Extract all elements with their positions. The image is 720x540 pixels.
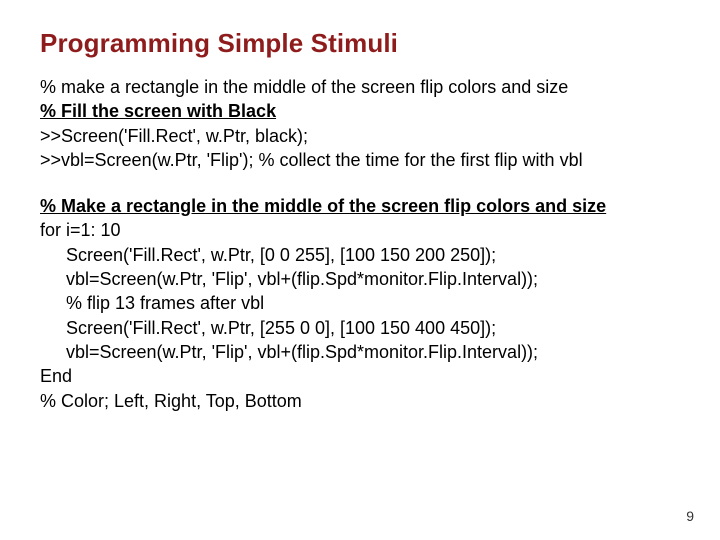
code-line: Screen('Fill.Rect', w.Ptr, [255 0 0], [1… xyxy=(40,316,680,340)
code-line: % Make a rectangle in the middle of the … xyxy=(40,194,680,218)
code-line: vbl=Screen(w.Ptr, 'Flip', vbl+(flip.Spd*… xyxy=(40,267,680,291)
code-line: for i=1: 10 xyxy=(40,218,680,242)
slide-title: Programming Simple Stimuli xyxy=(40,28,680,59)
slide-body: % make a rectangle in the middle of the … xyxy=(40,75,680,413)
spacer xyxy=(40,172,680,194)
code-line: End xyxy=(40,364,680,388)
code-line: % Color; Left, Right, Top, Bottom xyxy=(40,389,680,413)
code-line: % Fill the screen with Black xyxy=(40,99,680,123)
code-line: Screen('Fill.Rect', w.Ptr, [0 0 255], [1… xyxy=(40,243,680,267)
slide: Programming Simple Stimuli % make a rect… xyxy=(0,0,720,540)
code-line: >>Screen('Fill.Rect', w.Ptr, black); xyxy=(40,124,680,148)
code-line: % make a rectangle in the middle of the … xyxy=(40,75,680,99)
code-line: >>vbl=Screen(w.Ptr, 'Flip'); % collect t… xyxy=(40,148,680,172)
code-line: vbl=Screen(w.Ptr, 'Flip', vbl+(flip.Spd*… xyxy=(40,340,680,364)
code-line: % flip 13 frames after vbl xyxy=(40,291,680,315)
page-number: 9 xyxy=(686,508,694,524)
